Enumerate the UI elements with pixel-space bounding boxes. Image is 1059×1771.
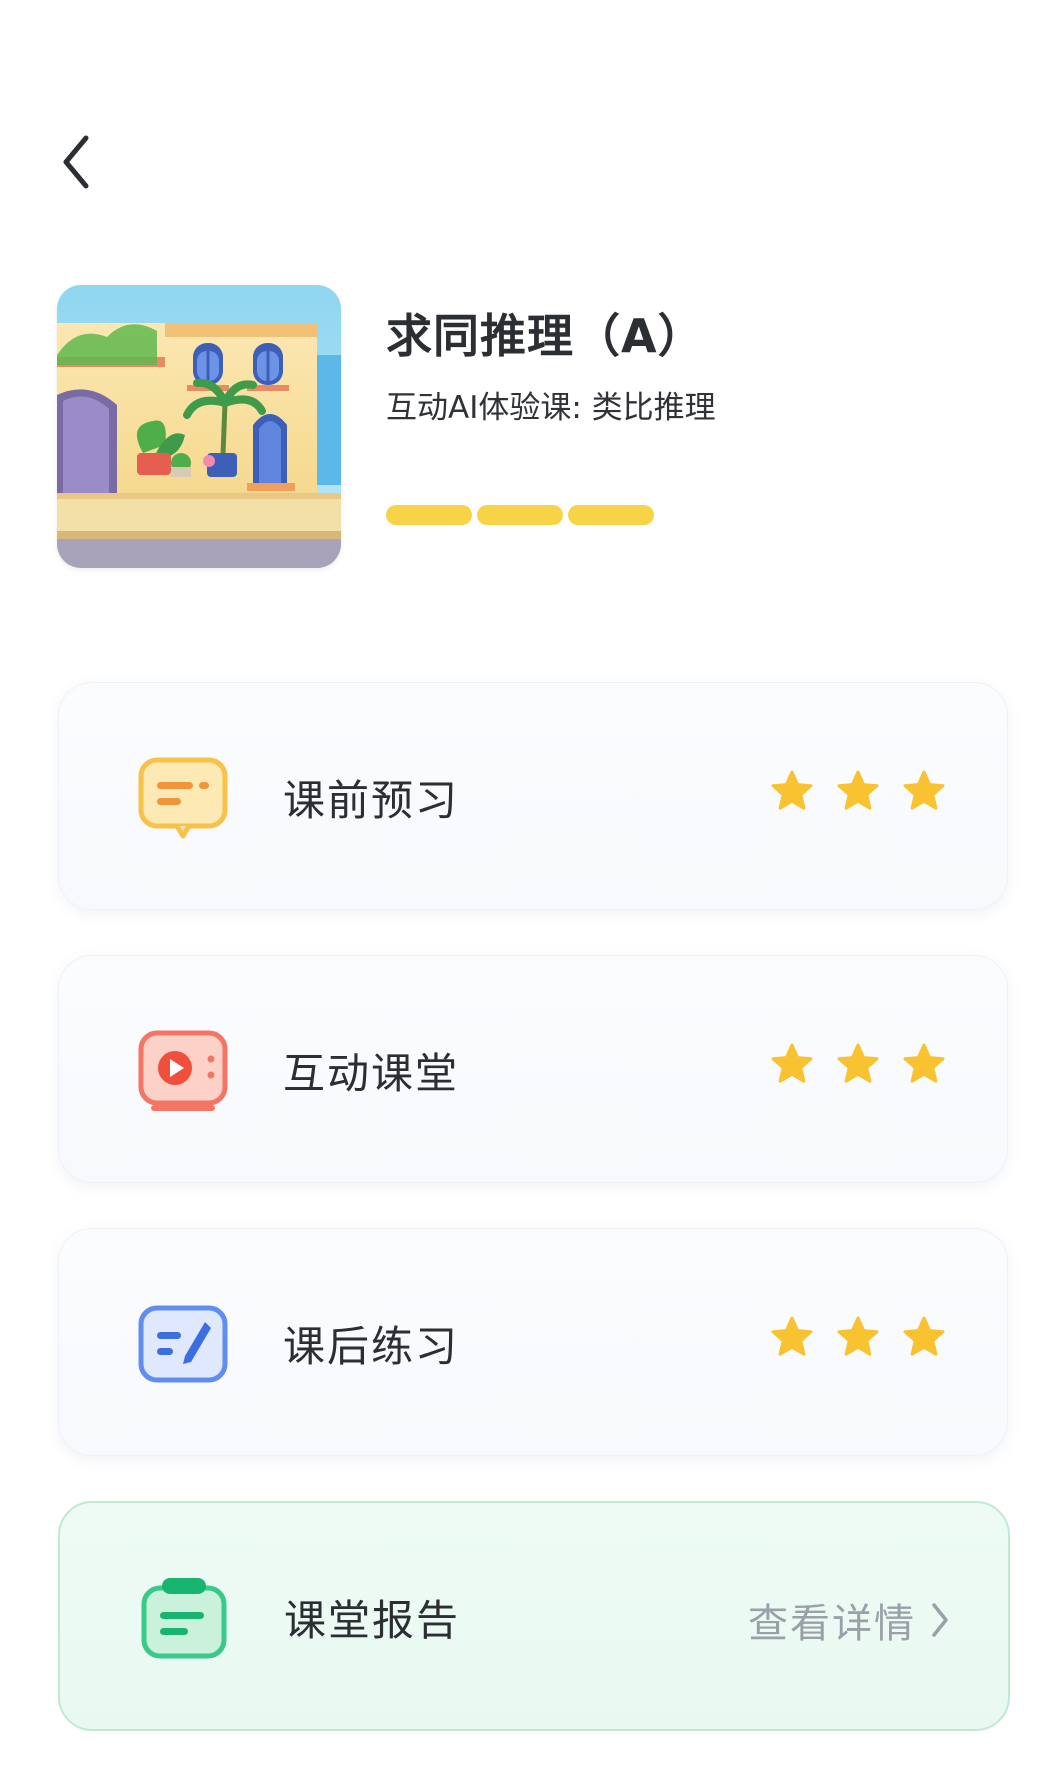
section-stars (769, 1042, 947, 1088)
star-icon (769, 769, 815, 815)
view-details-link[interactable]: 查看详情 (748, 1591, 950, 1649)
section-card-preview[interactable]: 课前预习 (58, 682, 1008, 910)
star-icon (835, 1042, 881, 1088)
star-icon (901, 1315, 947, 1361)
progress-segment (477, 505, 563, 525)
section-label: 课堂报告 (284, 1596, 461, 1645)
chevron-right-icon (932, 1603, 948, 1637)
progress-segment (386, 505, 472, 525)
section-stars (769, 769, 947, 815)
section-stars (769, 1315, 947, 1361)
view-details-label: 查看详情 (748, 1601, 916, 1647)
course-title: 求同推理（A） (386, 309, 705, 363)
section-label: 课前预习 (283, 776, 460, 825)
section-label: 课后练习 (283, 1322, 460, 1371)
section-card-practice[interactable]: 课后练习 (58, 1228, 1008, 1456)
star-icon (769, 1042, 815, 1088)
course-subtitle: 互动AI体验课: 类比推理 (386, 390, 716, 426)
star-icon (901, 769, 947, 815)
course-cover-image (57, 285, 341, 568)
chevron-left-icon (63, 135, 89, 189)
back-button[interactable] (56, 132, 100, 192)
course-progress-bar (386, 505, 654, 525)
section-card-class[interactable]: 互动课堂 (58, 955, 1008, 1183)
practice-pen-icon (138, 1305, 228, 1383)
star-icon (901, 1042, 947, 1088)
section-label: 互动课堂 (283, 1049, 460, 1098)
star-icon (769, 1315, 815, 1361)
progress-segment (568, 505, 654, 525)
video-play-icon (138, 1030, 228, 1111)
preview-chat-icon (138, 757, 228, 839)
section-card-report[interactable]: 课堂报告 查看详情 (58, 1501, 1010, 1731)
star-icon (835, 769, 881, 815)
report-clipboard-icon (141, 1578, 227, 1659)
star-icon (835, 1315, 881, 1361)
